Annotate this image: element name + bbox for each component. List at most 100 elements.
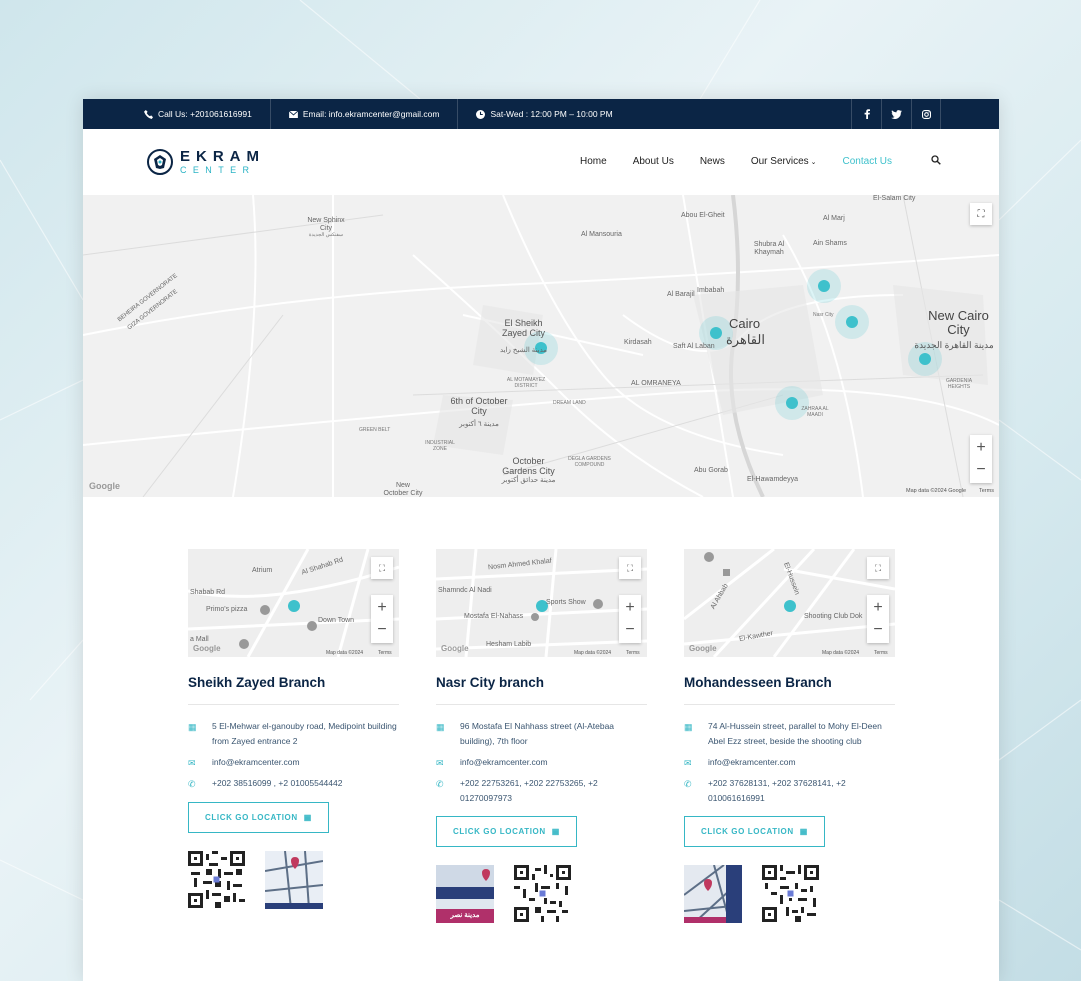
google-logo: Google — [689, 644, 717, 653]
location-photo[interactable]: مدينة نصر — [436, 865, 494, 924]
branch-map[interactable]: Atrium Al Shahab Rd Primo's pizza Down T… — [188, 549, 399, 657]
nav-home[interactable]: Home — [580, 156, 607, 167]
call-us[interactable]: Call Us: +201061616991 — [83, 99, 270, 129]
map-label: INDUSTRIAL ZONE — [425, 440, 455, 452]
map-label: October Gardens City — [502, 456, 555, 476]
location-photo[interactable] — [684, 865, 742, 924]
branch-phone[interactable]: +202 37628131, +202 37628141, +2 0100616… — [708, 776, 895, 807]
qr-code[interactable] — [188, 850, 245, 908]
go-location-button[interactable]: CLICK GO LOCATION ▦ — [188, 801, 329, 833]
logo-emblem-icon — [147, 149, 173, 175]
map-label: مدينة القاهرة الجديدة — [914, 340, 994, 350]
go-location-button[interactable]: CLICK GO LOCATION ▦ — [684, 816, 825, 848]
branch-phone[interactable]: +202 22753261, +202 22753265, +2 0127009… — [460, 776, 647, 807]
search-icon[interactable] — [931, 155, 941, 168]
nav-news[interactable]: News — [700, 156, 725, 167]
branch-card-mohandesseen: Al Ahbab Shooting Club Dok El-Kawther El… — [684, 549, 895, 924]
map-label: Shamndc Al Nadi — [438, 587, 492, 594]
branch-email[interactable]: info@ekramcenter.com — [460, 755, 548, 771]
zoom-out-icon[interactable]: − — [873, 619, 882, 641]
map-label: New Cairo City — [928, 308, 989, 338]
location-photo[interactable] — [265, 850, 323, 909]
map-label: GARDENIA HEIGHTS — [945, 378, 973, 390]
zoom-out-icon[interactable]: − — [625, 619, 634, 641]
fullscreen-icon[interactable]: ⛶ — [970, 203, 992, 225]
call-us-text: Call Us: +201061616991 — [158, 109, 252, 119]
map-terms-link[interactable]: Terms — [979, 488, 994, 494]
map-label: Hesham Labib — [486, 641, 532, 648]
branch-phone[interactable]: +202 38516099 , +2 01005544442 — [212, 776, 342, 792]
map-label: Primo's pizza — [206, 606, 248, 613]
branch-email[interactable]: info@ekramcenter.com — [212, 755, 300, 771]
opening-hours: Sat-Wed : 12:00 PM – 10:00 PM — [458, 99, 630, 129]
divider — [188, 704, 399, 705]
map-label: El Sheikh Zayed City — [501, 318, 545, 338]
map-icon: ▦ — [799, 827, 808, 837]
map-label: مدينة حدائق أكتوبر — [501, 477, 556, 484]
map-attribution: Map data ©2024 — [574, 650, 612, 656]
map-icon: ▦ — [684, 722, 693, 732]
go-location-button[interactable]: CLICK GO LOCATION ▦ — [436, 816, 577, 848]
branch-map[interactable]: Al Ahbab Shooting Club Dok El-Kawther El… — [684, 549, 895, 657]
twitter-icon[interactable] — [881, 99, 911, 129]
qr-code[interactable] — [762, 865, 819, 923]
zoom-in-icon[interactable]: + — [873, 597, 882, 619]
facebook-icon[interactable] — [851, 99, 881, 129]
map-label: Abou El-Gheit — [681, 212, 725, 219]
instagram-icon[interactable] — [911, 99, 941, 129]
branch-address: 74 Al-Hussein street, parallel to Mohy E… — [708, 721, 882, 747]
branch-card-sheikh-zayed: Atrium Al Shahab Rd Primo's pizza Down T… — [188, 549, 399, 909]
map-label: Kirdasah — [624, 339, 652, 346]
divider — [684, 704, 895, 705]
map-terms-link[interactable]: Terms — [378, 650, 392, 656]
map-label: AL MOTAMAYEZ DISTRICT — [506, 377, 546, 389]
map-label: Saft Al Laban — [673, 343, 715, 350]
phone-icon: ✆ — [684, 778, 692, 789]
mail-icon — [288, 110, 298, 118]
zoom-in-icon[interactable]: + — [625, 597, 634, 619]
nav-services-label: Our Services — [750, 156, 809, 167]
fullscreen-icon[interactable]: ⛶ — [867, 557, 889, 579]
zoom-in-icon[interactable]: + — [377, 597, 386, 619]
map-icon: ▦ — [436, 722, 445, 732]
qr-code[interactable] — [514, 865, 571, 923]
clock-icon — [476, 109, 486, 119]
fullscreen-icon[interactable]: ⛶ — [619, 557, 641, 579]
map-label: AL OMRANEYA — [631, 380, 681, 387]
map-terms-link[interactable]: Terms — [626, 650, 640, 656]
map-label: Shabab Rd — [190, 589, 226, 596]
map-label: El-Salam City — [873, 195, 916, 202]
zoom-in-icon[interactable]: + — [976, 437, 985, 459]
email-us[interactable]: Email: info.ekramcenter@gmail.com — [271, 99, 458, 129]
social-links — [851, 99, 941, 129]
website-frame: Call Us: +201061616991 Email: info.ekram… — [83, 99, 999, 981]
branch-map[interactable]: Nosm Ahmed Khalaf Shamndc Al Nadi Mostaf… — [436, 549, 647, 657]
photo-caption: مدينة نصر — [450, 912, 480, 920]
map-terms-link[interactable]: Terms — [874, 650, 888, 656]
google-logo: Google — [193, 644, 221, 653]
chevron-down-icon: ⌄ — [810, 159, 817, 166]
google-logo: Google — [89, 481, 120, 491]
zoom-out-icon[interactable]: − — [377, 619, 386, 641]
zoom-out-icon[interactable]: − — [976, 459, 985, 481]
map-label: DREAM LAND — [553, 400, 586, 406]
nav-services[interactable]: Our Services ⌄ — [751, 156, 817, 167]
branches-map[interactable]: New Sphinx City سفنكس الجديدة BEHEIRA GO… — [83, 195, 999, 497]
fullscreen-icon[interactable]: ⛶ — [371, 557, 393, 579]
map-label: Al Barajil — [667, 291, 695, 298]
mail-icon: ✉ — [684, 757, 692, 768]
map-attribution: Map data ©2024 — [822, 650, 860, 656]
site-header: EKRAM CENTER Home About Us News Our Serv… — [83, 129, 999, 195]
branch-title: Nasr City branch — [436, 675, 545, 690]
map-label: مدينة ٦ أكتوبر — [459, 421, 499, 428]
map-label: New October City — [383, 482, 423, 497]
map-label: El-Hawamdeyya — [747, 476, 798, 483]
branch-email[interactable]: info@ekramcenter.com — [708, 755, 796, 771]
nav-about[interactable]: About Us — [633, 156, 674, 167]
logo[interactable]: EKRAM CENTER — [147, 149, 265, 175]
nav-contact[interactable]: Contact Us — [843, 156, 892, 167]
map-icon: ▦ — [188, 722, 197, 732]
hours-text: Sat-Wed : 12:00 PM – 10:00 PM — [490, 109, 613, 119]
mail-icon: ✉ — [436, 757, 444, 768]
map-label: GREEN BELT — [359, 427, 391, 433]
